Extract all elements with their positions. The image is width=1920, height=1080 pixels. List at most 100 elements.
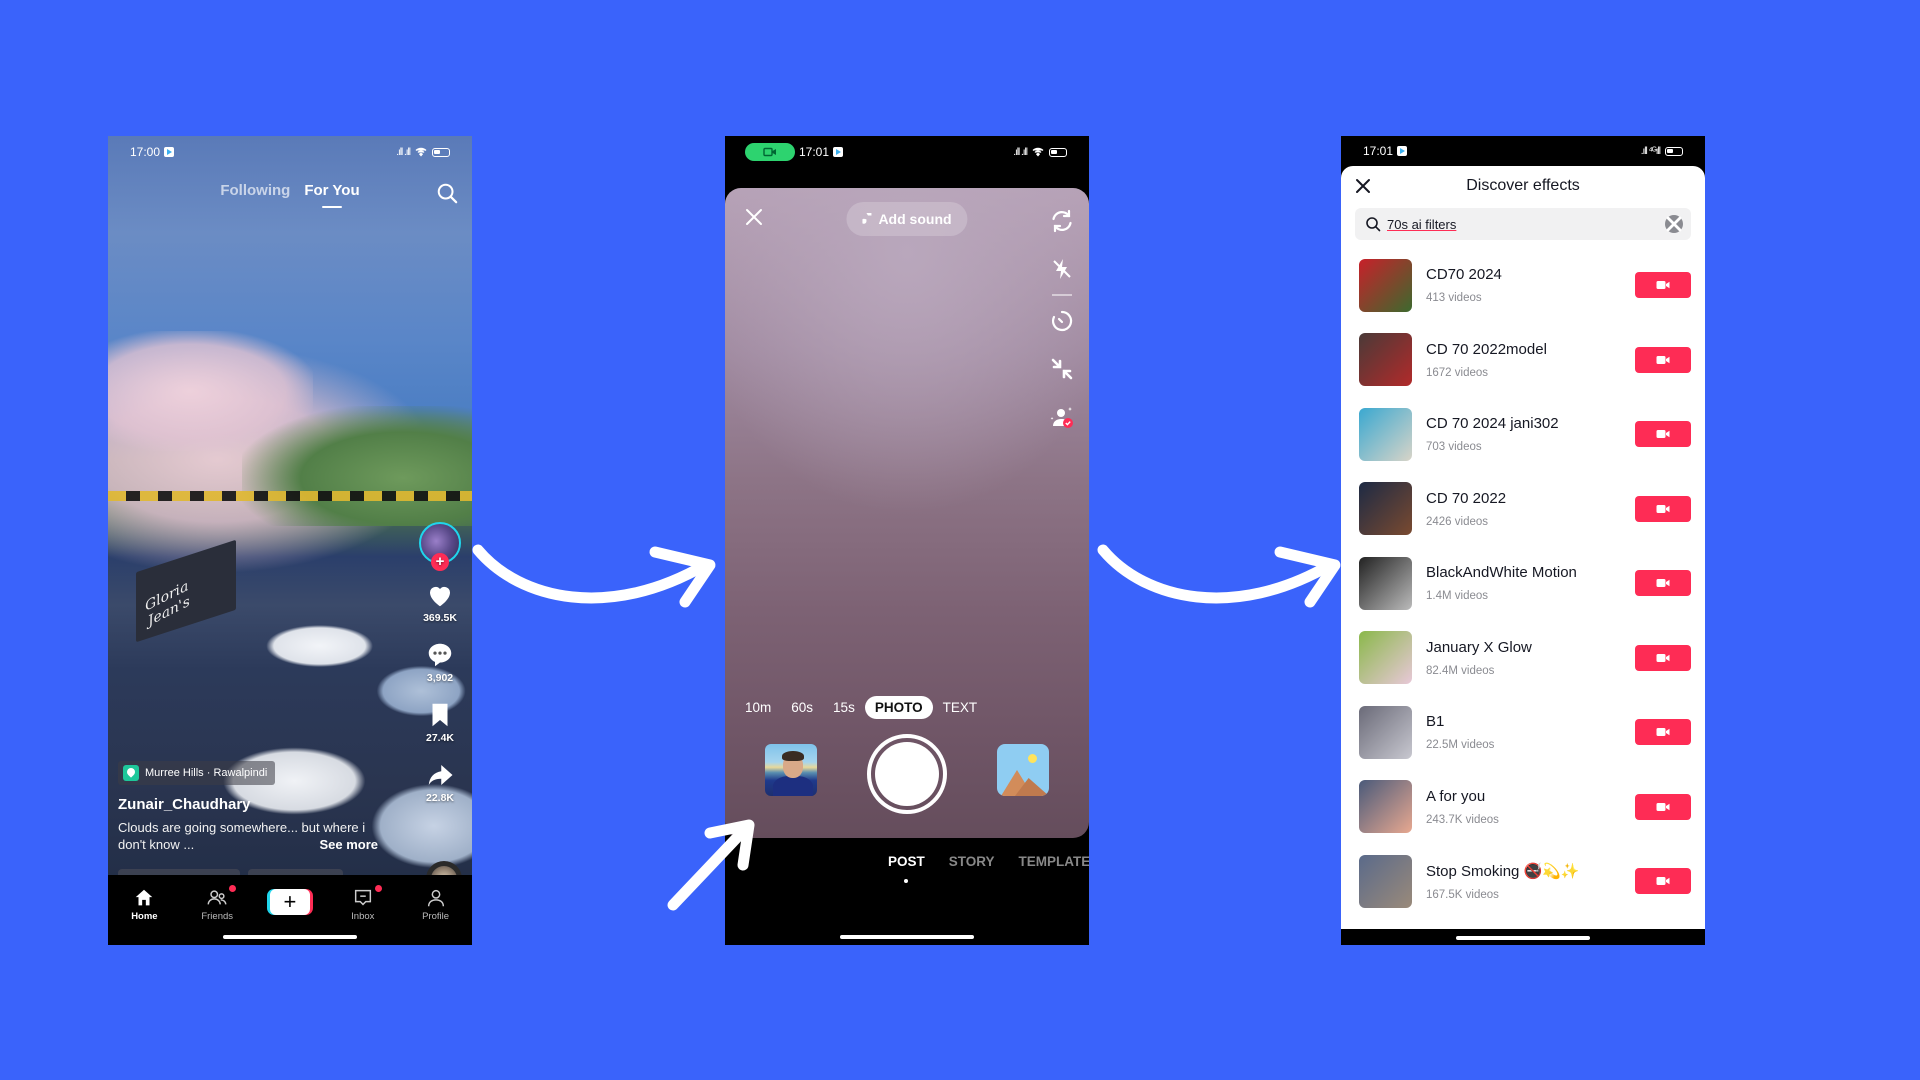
effect-thumbnail[interactable] [1359,333,1412,387]
save-count: 27.4K [425,732,455,744]
try-effect-button[interactable] [1635,272,1691,299]
phone-effects-screen: 17:01 .ıll ⁴ᴳıll Discover effects CD70 2… [1341,136,1705,945]
comment-icon [428,643,452,667]
create-button[interactable]: + [266,889,313,915]
comment-button[interactable]: 3,902 [425,640,455,684]
follow-plus-icon[interactable]: + [431,553,449,571]
location-tag[interactable]: Murree Hills · Rawalpindi [118,761,276,785]
effect-name: CD 70 2024 jani302 [1426,415,1559,433]
effect-thumbnail[interactable] [1359,780,1412,834]
inbox-badge [374,885,382,892]
effect-list-item[interactable]: CD 70 2022model 1672 videos [1341,323,1705,398]
effect-text: BlackAndWhite Motion 1.4M videos [1426,564,1635,602]
nav-home-label: Home [131,911,158,922]
effect-thumbnail[interactable] [1359,854,1412,908]
close-icon[interactable] [743,206,765,228]
video-camera-icon [1656,802,1670,811]
timer-icon[interactable] [1049,308,1075,334]
effect-list-item[interactable]: CD70 2024 413 videos [1341,248,1705,323]
effect-list-item[interactable]: BlackAndWhite Motion 1.4M videos [1341,546,1705,621]
effect-name: January X Glow [1426,638,1532,656]
effect-thumbnail[interactable] [1359,556,1412,610]
effect-thumbnail[interactable] [1359,705,1412,759]
see-more-link[interactable]: See more [319,836,378,853]
share-button[interactable]: 22.8K [425,760,455,804]
capture-mode-selector: 10m 60s 15s PHOTO TEXT [735,696,987,719]
collapse-icon[interactable] [1049,356,1075,382]
try-effect-button[interactable] [1635,719,1691,746]
phone-feed-screen: Gloria Jean's 17:00 .ıll .ıll Following … [108,136,472,945]
nav-friends[interactable]: Friends [188,885,246,922]
save-button[interactable]: 27.4K [425,700,455,744]
mode-photo[interactable]: PHOTO [864,696,933,719]
tab-following[interactable]: Following [220,182,290,199]
effect-video-count: 22.5M videos [1426,739,1495,752]
nav-create[interactable]: + [261,887,319,915]
status-bar: 17:01 .ıll ⁴ᴳıll [1341,136,1705,166]
effects-thumbnail-button[interactable] [765,744,817,796]
effect-list-item[interactable]: Stop Smoking 🚭💫✨ 167.5K videos [1341,844,1705,919]
status-bar: 17:00 .ıll .ıll [108,136,472,168]
effects-list: CD70 2024 413 videos CD 70 2022model 1672 v… [1341,248,1705,919]
camera-viewfinder[interactable]: Add sound 10m 60s 15s PHOTO TEXT [725,188,1089,838]
effect-video-count: 167.5K videos [1426,888,1499,901]
effect-list-item[interactable]: January X Glow 82.4M videos [1341,621,1705,696]
signal-icon: .ıll .ıll [396,146,411,158]
creator-avatar[interactable]: + [419,522,461,571]
close-icon[interactable] [1353,176,1373,196]
effect-list-item[interactable]: CD 70 2022 2426 videos [1341,472,1705,547]
clear-icon [1666,216,1682,232]
try-effect-button[interactable] [1635,644,1691,671]
effect-thumbnail[interactable] [1359,482,1412,536]
share-icon [428,765,453,785]
home-icon [136,889,153,906]
try-effect-button[interactable] [1635,868,1691,895]
flip-camera-icon[interactable] [1049,208,1075,234]
mode-10m[interactable]: 10m [735,696,781,719]
effect-thumbnail[interactable] [1359,258,1412,312]
tab-post[interactable]: POST [888,854,925,869]
nav-home[interactable]: Home [115,887,173,922]
shutter-inner [875,742,939,806]
flash-off-icon[interactable] [1049,256,1075,282]
try-effect-button[interactable] [1635,570,1691,597]
nav-profile[interactable]: Profile [407,887,465,922]
mode-15s[interactable]: 15s [823,696,865,719]
username[interactable]: Zunair_Chaudhary [118,796,388,813]
add-sound-button[interactable]: Add sound [846,202,968,236]
friends-icon [207,890,227,905]
video-camera-icon [1656,430,1670,439]
bookmark-icon [432,703,448,727]
effects-search-box [1355,208,1691,240]
try-effect-button[interactable] [1635,793,1691,820]
effect-name: CD 70 2022model [1426,340,1547,358]
effect-thumbnail[interactable] [1359,631,1412,685]
mode-text[interactable]: TEXT [933,696,988,719]
comment-count: 3,902 [426,672,454,684]
effect-name: CD70 2024 [1426,266,1502,284]
shutter-button[interactable] [867,734,947,814]
play-store-icon [1397,146,1408,156]
beauty-effect-icon[interactable] [1049,404,1075,430]
tab-for-you[interactable]: For You [304,182,359,199]
try-effect-button[interactable] [1635,346,1691,373]
search-icon[interactable] [436,182,458,204]
mode-60s[interactable]: 60s [781,696,823,719]
tab-story[interactable]: STORY [949,854,995,869]
thumb-body [773,776,813,796]
effect-list-item[interactable]: A for you 243.7K videos [1341,770,1705,845]
like-button[interactable]: 369.5K [423,580,457,624]
tab-template[interactable]: TEMPLATE [1019,854,1089,869]
effect-list-item[interactable]: B1 22.5M videos [1341,695,1705,770]
effect-thumbnail[interactable] [1359,407,1412,461]
try-effect-button[interactable] [1635,421,1691,448]
effect-list-item[interactable]: CD 70 2024 jani302 703 videos [1341,397,1705,472]
upload-gallery-button[interactable] [997,744,1049,796]
try-effect-button[interactable] [1635,495,1691,522]
thumb-hair [782,751,804,761]
nav-inbox[interactable]: Inbox [334,885,392,922]
effects-search-input[interactable] [1387,216,1587,232]
effect-video-count: 1.4M videos [1426,590,1489,603]
create-plus-icon: + [269,889,310,915]
clear-search-button[interactable] [1665,215,1683,233]
